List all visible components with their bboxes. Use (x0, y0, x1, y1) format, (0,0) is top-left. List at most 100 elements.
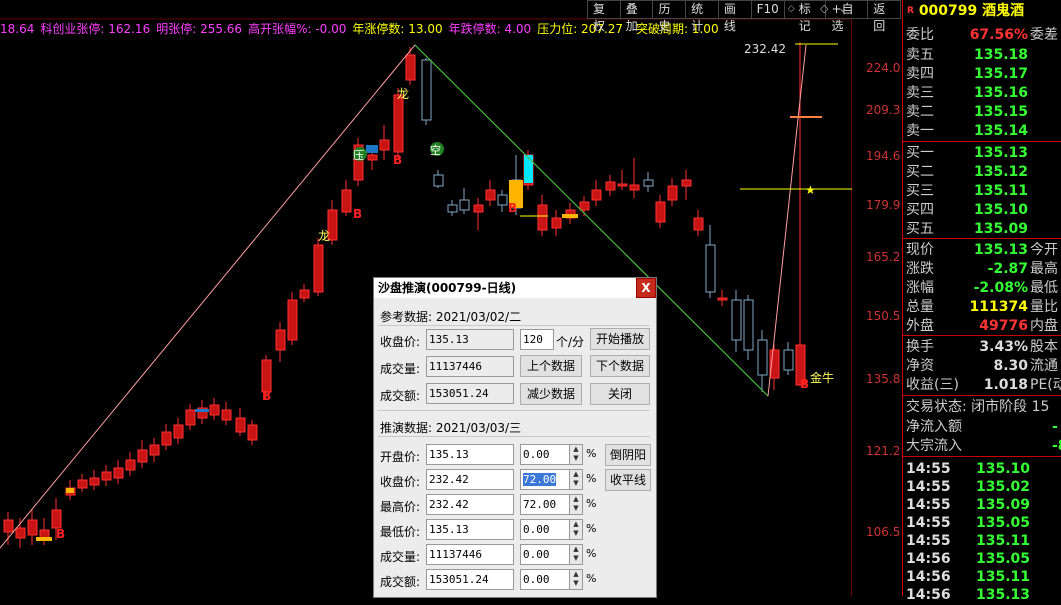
sim-value-input[interactable]: 11137446 (426, 544, 514, 565)
menu-diamond-icon[interactable]: ◇ (820, 2, 828, 15)
spinner-icon[interactable]: ▲ ▼ (569, 444, 583, 465)
b-marker: B (56, 527, 65, 541)
candle-body (209, 404, 220, 416)
sim-pct-value: 0.00 (523, 573, 550, 586)
bid-row-label: 买五 (906, 221, 934, 237)
play-button[interactable]: 开始播放 (590, 328, 650, 350)
sim-pct-input[interactable]: 0.00 (520, 544, 572, 565)
toolbar-history-button[interactable]: 历史 (652, 0, 687, 33)
sim-row-label: 成交额: (380, 575, 421, 589)
spinner-icon[interactable]: ▲ ▼ (569, 519, 583, 540)
candle-highlight (366, 145, 378, 153)
quote-row-tail: 最高 (1030, 261, 1058, 277)
tick-time: 14:55 (906, 461, 951, 477)
tick-price: 135.05 (976, 515, 1031, 531)
trading-status: 交易状态: 闭市阶段 15 (906, 399, 1050, 415)
prev-data-button[interactable]: 上个数据 (520, 355, 582, 377)
star-marker: ★ (805, 183, 816, 197)
sim-value-input[interactable]: 232.42 (426, 494, 514, 515)
tick-price: 135.05 (976, 551, 1031, 567)
weibi-row-label: 委比 (906, 27, 934, 43)
spinner-icon[interactable]: ▲ ▼ (569, 569, 583, 590)
next-data-button[interactable]: 下个数据 (590, 355, 650, 377)
indicator-item: 明张停: 255.66 (156, 22, 243, 36)
flow-label: 大宗流入 (906, 438, 962, 454)
sim-row-label: 最高价: (380, 500, 421, 514)
candle-body (705, 244, 716, 293)
ref-close-field: 135.13 (426, 329, 514, 350)
invert-yinyang-button[interactable]: 倒阴阳 (605, 444, 651, 466)
stats-row: 净资 8.30 流通 (906, 357, 1061, 376)
candle-body (473, 204, 484, 213)
flow-label: 净流入额 (906, 419, 962, 435)
candle-body (275, 329, 286, 351)
tick-row: 14:55 135.10 (906, 460, 1061, 479)
quote-row-tail: 内盘 (1030, 318, 1058, 334)
candle-body (101, 471, 112, 481)
sim-pct-input[interactable]: 0.00 (520, 519, 572, 540)
max-price-label: 232.42 (744, 42, 786, 56)
label-long: 龙 (397, 87, 409, 101)
divider (378, 436, 650, 437)
toolbar-fuquan-button[interactable]: 复权 (587, 0, 621, 33)
sim-pct-input[interactable]: 0.00 (520, 444, 572, 465)
candle-body (113, 467, 124, 479)
spinner-icon[interactable]: ▲ ▼ (569, 469, 583, 490)
toolbar-f10-button[interactable]: F10 (750, 0, 785, 19)
toolbar-back-button[interactable]: 返回 (867, 0, 901, 33)
sim-pct-input[interactable]: 72.00 (520, 469, 572, 490)
dialog-titlebar[interactable]: 沙盘推演(000799-日线) X (374, 278, 656, 298)
indicator-item: 18.64 (0, 22, 35, 36)
bid-row: 买二 135.12 (906, 163, 1061, 182)
toolbar-overlay-button[interactable]: 叠加 (619, 0, 654, 33)
chevron-down-icon[interactable]: ⌄ (838, 1, 848, 15)
ask-row-value: 135.18 (973, 47, 1028, 63)
b-marker: B (800, 377, 809, 391)
stats-row-label: 换手 (906, 339, 934, 355)
candle-body (235, 417, 246, 433)
stats-row-label: 收益(三) (906, 377, 959, 393)
sim-value-input[interactable]: 232.42 (426, 469, 514, 490)
label-long: 龙 (318, 229, 330, 243)
quote-row: 涨幅 -2.08% 最低 (906, 279, 1061, 298)
sim-value-input[interactable]: 153051.24 (426, 569, 514, 590)
tick-row: 14:56 135.11 (906, 568, 1061, 587)
quote-row-value: 49776 (979, 318, 1028, 334)
close-icon[interactable]: X (636, 278, 656, 298)
sim-pct-input[interactable]: 72.00 (520, 494, 572, 515)
bid-row-value: 135.09 (973, 221, 1028, 237)
sim-value-input[interactable]: 135.13 (426, 519, 514, 540)
b-marker: B (393, 153, 402, 167)
candle-body (655, 201, 666, 223)
speed-input[interactable]: 120 (520, 329, 554, 350)
flat-close-button[interactable]: 收平线 (605, 469, 651, 491)
toolbar-draw-button[interactable]: 画线 (717, 0, 752, 33)
toolbar-stats-button[interactable]: 统计 (685, 0, 719, 33)
candle-body (497, 194, 508, 206)
bid-row-value: 135.11 (973, 183, 1028, 199)
indicator-item: 压力位: 207.27 (537, 22, 624, 36)
breakout-cycle-label: 突破周期: 1.00 (636, 22, 719, 36)
candle-body (367, 154, 378, 161)
ref-volume-field: 11137446 (426, 356, 514, 377)
panel-divider (902, 395, 1061, 396)
spinner-icon[interactable]: ▲ ▼ (569, 544, 583, 565)
bid-row-label: 买三 (906, 183, 934, 199)
candle-body (125, 459, 136, 471)
pct-sign: % (586, 472, 597, 485)
sim-pct-input[interactable]: 0.00 (520, 569, 572, 590)
bid-row-value: 135.13 (973, 145, 1028, 161)
reduce-data-button[interactable]: 减少数据 (520, 383, 582, 405)
dialog-close-button[interactable]: 关闭 (590, 383, 650, 405)
bid-row: 买一 135.13 (906, 144, 1061, 163)
panel-divider (902, 141, 1061, 142)
spinner-icon[interactable]: ▲ ▼ (569, 494, 583, 515)
candle-body (173, 424, 184, 439)
candle-highlight (36, 537, 52, 541)
indicator-item: 年涨停数: 13.00 (352, 22, 443, 36)
bid-row-label: 买二 (906, 164, 934, 180)
sim-value-input[interactable]: 135.13 (426, 444, 514, 465)
quote-row-label: 涨跌 (906, 261, 934, 277)
sim-pct-value: 0.00 (523, 523, 550, 536)
candle-body (459, 199, 470, 211)
